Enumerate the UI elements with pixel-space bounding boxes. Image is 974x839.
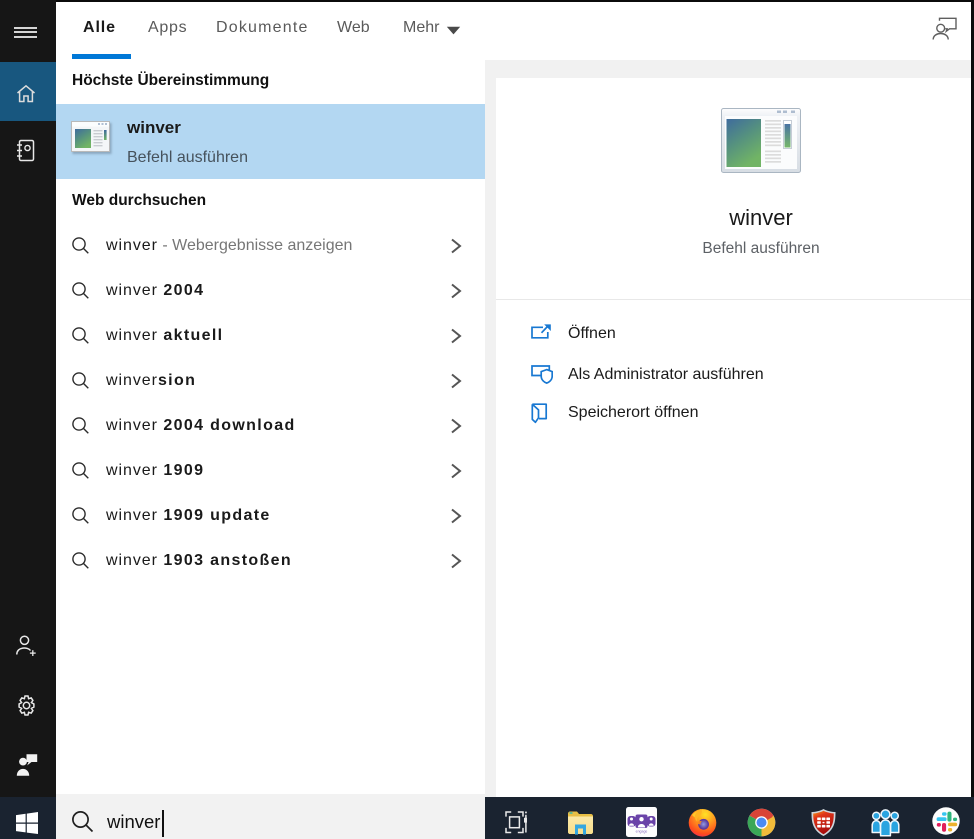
svg-text:engage: engage bbox=[636, 830, 648, 834]
